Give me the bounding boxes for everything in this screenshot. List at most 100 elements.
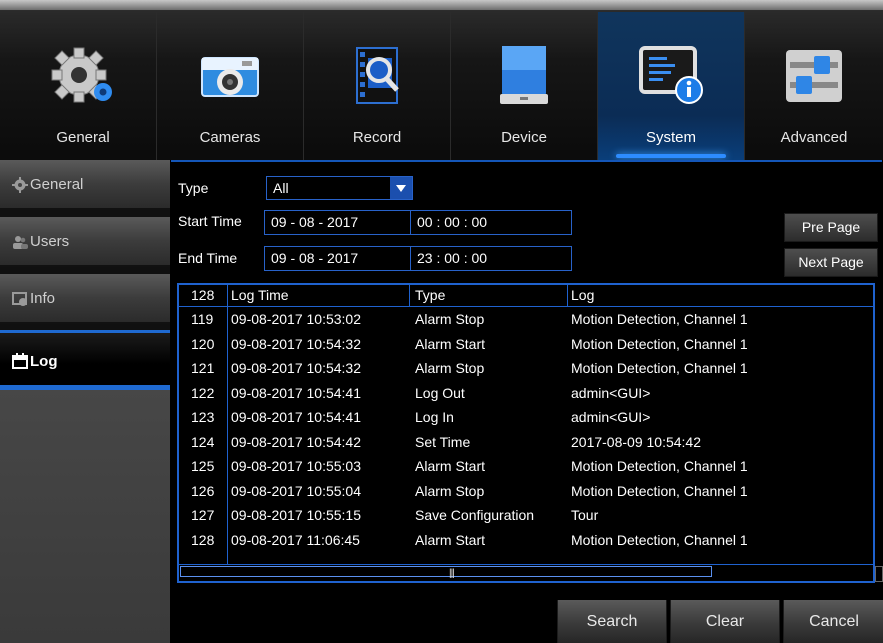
cell-log-time: 09-08-2017 10:54:41 xyxy=(231,384,361,401)
table-row[interactable]: 120 09-08-2017 10:54:32 Alarm Start Motion … xyxy=(179,332,873,357)
cell-log-time: 09-08-2017 10:54:41 xyxy=(231,409,361,425)
start-time-field[interactable]: 09 - 08 - 2017 00 : 00 : 00 xyxy=(264,210,572,235)
gear-icon xyxy=(12,177,28,193)
type-select[interactable]: All xyxy=(266,176,413,200)
table-row[interactable]: 121 09-08-2017 10:54:32 Alarm Stop Motion D… xyxy=(179,356,873,381)
top-nav: General Cameras Record Device System Adv… xyxy=(0,0,883,160)
cell-log: Motion Detection, Channel 1 xyxy=(571,360,748,376)
cell-index: 125 xyxy=(191,458,215,474)
table-row[interactable]: 119 09-08-2017 10:53:02 Alarm Stop Motion D… xyxy=(179,307,873,332)
table-row[interactable]: 127 09-08-2017 10:55:15 Save Configuration… xyxy=(179,503,873,528)
table-row[interactable]: 122 09-08-2017 10:54:41 Log Out admin<GUI> xyxy=(179,381,873,406)
cell-index: 128 xyxy=(191,531,215,548)
cancel-button[interactable]: Cancel xyxy=(783,600,883,643)
start-date-value: 09 - 08 - 2017 xyxy=(271,214,359,230)
horizontal-scrollbar[interactable]: ||| xyxy=(179,564,873,579)
calendar-icon xyxy=(12,353,28,369)
cell-log-time: 09-08-2017 10:54:42 xyxy=(231,433,361,450)
cell-index: 123 xyxy=(191,409,215,425)
cell-type: Alarm Stop xyxy=(415,482,485,499)
next-page-button[interactable]: Next Page xyxy=(784,248,878,277)
clear-button[interactable]: Clear xyxy=(670,600,780,643)
cell-index: 127 xyxy=(191,507,215,523)
divider xyxy=(410,247,411,270)
cell-log-time: 09-08-2017 10:55:04 xyxy=(231,482,361,499)
type-select-value: All xyxy=(273,180,289,196)
cell-log: Motion Detection, Channel 1 xyxy=(571,335,748,352)
sidebar-item-log[interactable]: Log xyxy=(0,330,170,390)
search-button[interactable]: Search xyxy=(557,600,667,643)
cell-type: Save Configuration xyxy=(415,507,535,523)
tab-system-label: System xyxy=(645,129,696,146)
header-type: Type xyxy=(415,287,446,303)
end-time-field[interactable]: 09 - 08 - 2017 23 : 00 : 00 xyxy=(264,246,572,271)
camera-icon xyxy=(201,57,259,97)
tab-cameras-label: Cameras xyxy=(199,129,261,146)
tab-advanced[interactable]: Advanced xyxy=(745,12,883,160)
cell-type: Alarm Start xyxy=(415,458,486,474)
chevron-down-icon[interactable] xyxy=(390,177,412,199)
tab-general-label: General xyxy=(56,129,110,146)
tab-record[interactable]: Record xyxy=(304,12,451,160)
cell-log-time: 09-08-2017 10:53:02 xyxy=(231,311,361,327)
grip-icon: ||| xyxy=(449,568,455,579)
scrollbar-thumb[interactable]: ||| xyxy=(180,566,712,579)
cell-log-time: 09-08-2017 10:54:32 xyxy=(231,335,361,352)
tab-device[interactable]: Device xyxy=(451,12,598,160)
tab-general[interactable]: General xyxy=(10,12,157,160)
table-header: 128 Log Time Type Log xyxy=(179,285,873,307)
cell-log: Motion Detection, Channel 1 xyxy=(571,482,748,499)
cell-type: Alarm Start xyxy=(415,335,486,352)
tab-cameras[interactable]: Cameras xyxy=(157,12,304,160)
cell-log: Tour xyxy=(571,507,599,523)
pre-page-button[interactable]: Pre Page xyxy=(784,213,878,242)
divider xyxy=(410,211,411,234)
system-info-icon xyxy=(639,46,703,104)
cell-index: 122 xyxy=(191,384,215,401)
cell-type: Alarm Stop xyxy=(415,360,485,376)
cell-log: 2017-08-09 10:54:42 xyxy=(571,433,701,450)
sidebar-item-general[interactable]: General xyxy=(0,160,170,210)
tab-record-label: Record xyxy=(352,129,402,146)
sidebar: General Users Info Log xyxy=(0,160,170,643)
type-label: Type xyxy=(178,180,209,196)
tab-advanced-label: Advanced xyxy=(780,129,848,146)
cell-type: Alarm Stop xyxy=(415,311,485,327)
table-row[interactable]: 123 09-08-2017 10:54:41 Log In admin<GUI> xyxy=(179,405,873,430)
users-icon xyxy=(13,236,28,249)
sliders-icon xyxy=(786,50,842,102)
cell-index: 126 xyxy=(191,482,215,499)
cell-log: Motion Detection, Channel 1 xyxy=(571,458,748,474)
sidebar-item-label: Info xyxy=(30,290,56,307)
info-icon xyxy=(12,292,27,306)
cell-index: 121 xyxy=(191,360,215,376)
cell-log-time: 09-08-2017 11:06:45 xyxy=(231,531,360,548)
table-row[interactable]: 124 09-08-2017 10:54:42 Set Time 2017-08-09… xyxy=(179,430,873,455)
cell-type: Log Out xyxy=(415,384,465,401)
tab-device-label: Device xyxy=(501,129,547,146)
cell-log-time: 09-08-2017 10:54:32 xyxy=(231,360,361,376)
start-time-label: Start Time xyxy=(178,213,242,229)
cell-log: admin<GUI> xyxy=(571,409,651,425)
end-time-value: 23 : 00 : 00 xyxy=(417,250,488,266)
cell-log-time: 09-08-2017 10:55:03 xyxy=(231,458,361,474)
scroll-end-icon[interactable] xyxy=(875,566,883,582)
cell-log: Motion Detection, Channel 1 xyxy=(571,531,748,548)
hard-drive-icon xyxy=(500,46,548,104)
table-row[interactable]: 126 09-08-2017 10:55:04 Alarm Stop Motion D… xyxy=(179,479,873,504)
cell-index: 124 xyxy=(191,433,215,450)
table-row[interactable]: 125 09-08-2017 10:55:03 Alarm Start Motion … xyxy=(179,454,873,479)
cell-type: Set Time xyxy=(415,433,471,450)
sidebar-item-info[interactable]: Info xyxy=(0,274,170,324)
cell-log: admin<GUI> xyxy=(571,384,651,401)
tab-system[interactable]: System xyxy=(598,12,745,160)
cell-log: Motion Detection, Channel 1 xyxy=(571,311,748,327)
panel-top-border xyxy=(171,160,882,162)
header-log: Log xyxy=(571,287,595,303)
cell-index: 119 xyxy=(191,311,214,327)
cell-type: Log In xyxy=(415,409,454,425)
cell-index: 120 xyxy=(191,335,215,352)
table-row[interactable]: 128 09-08-2017 11:06:45 Alarm Start Motion … xyxy=(179,528,873,553)
sidebar-filler xyxy=(0,390,170,643)
sidebar-item-users[interactable]: Users xyxy=(0,217,170,267)
